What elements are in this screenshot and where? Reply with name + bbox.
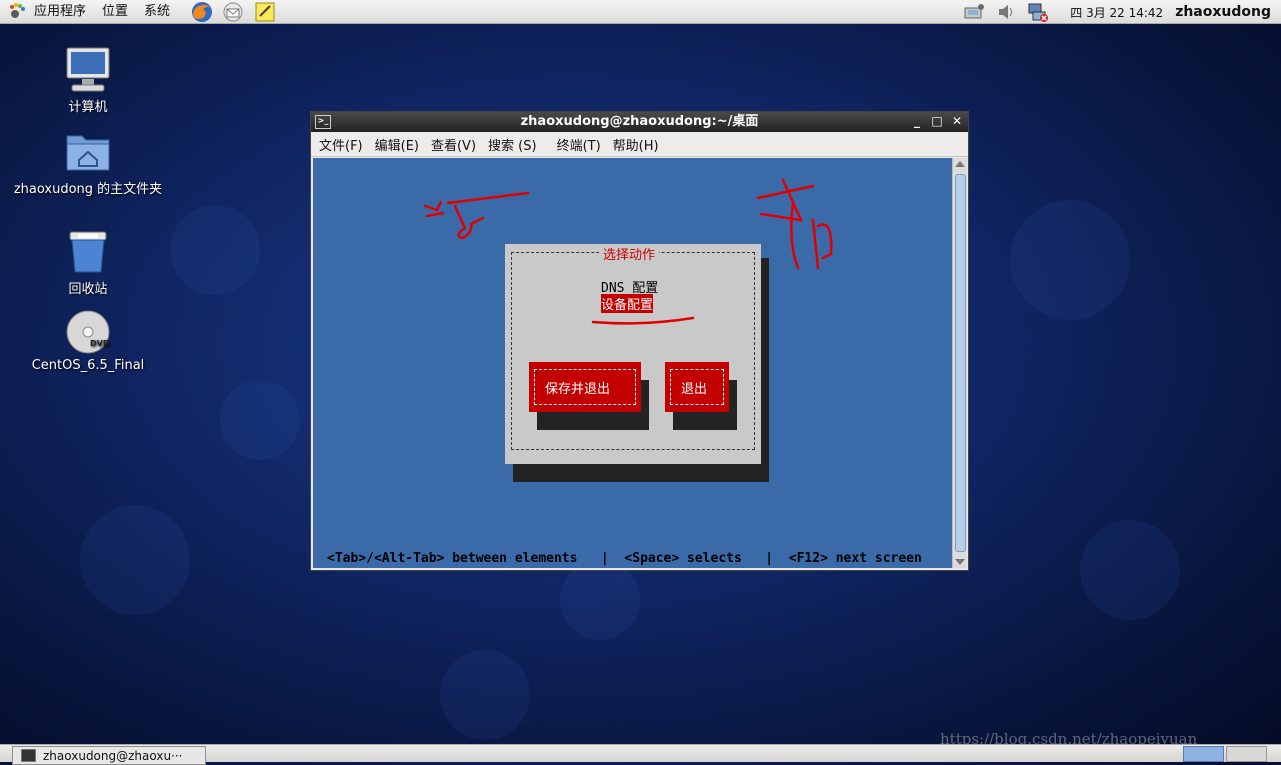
desktop-icon-computer[interactable]: 计算机 (13, 46, 163, 115)
clock[interactable]: 四 3月 22 14:42 (1070, 4, 1163, 21)
window-titlebar[interactable]: >_ zhaoxudong@zhaoxudong:~/桌面 _ □ ✕ (311, 112, 968, 132)
places-menu[interactable]: 位置 (96, 0, 134, 24)
save-and-exit-button[interactable]: 保存并退出 (529, 362, 641, 412)
close-button[interactable]: ✕ (948, 112, 966, 132)
window-title: zhaoxudong@zhaoxudong:~/桌面 (520, 114, 759, 129)
desktop-icon-label: 计算机 (68, 100, 108, 115)
desktop-bubble (170, 205, 260, 295)
desktop-bubble (560, 560, 640, 640)
desktop-icon-label: zhaoxudong 的主文件夹 (13, 182, 163, 197)
notes-icon[interactable] (254, 1, 276, 23)
exit-label: 退出 (681, 382, 708, 397)
desktop-icon-trash[interactable]: 回收站 (13, 228, 163, 297)
workspace-2[interactable] (1226, 746, 1267, 762)
menu-view[interactable]: 查看(V) (425, 135, 482, 154)
top-panel: 应用程序 位置 系统 四 3月 22 14:42 zhaoxudong (0, 0, 1281, 24)
network-disconnected-icon[interactable] (1027, 2, 1049, 22)
desktop-icon-home[interactable]: zhaoxudong 的主文件夹 (13, 128, 163, 197)
computer-icon (64, 46, 112, 94)
desktop-bubble (220, 380, 300, 460)
system-menu[interactable]: 系统 (138, 0, 176, 24)
workspace-switcher[interactable] (1183, 746, 1267, 762)
scroll-thumb[interactable] (955, 174, 966, 552)
option-device-config[interactable]: 设备配置 (601, 294, 654, 313)
volume-icon[interactable] (995, 2, 1017, 22)
dialog-title: 选择动作 (599, 244, 660, 263)
taskbar-item-label: zhaoxudong@zhaoxu··· (43, 748, 183, 763)
desktop-icon-dvd[interactable]: DVD CentOS_6.5_Final (13, 308, 163, 373)
network-icon[interactable] (963, 2, 985, 22)
menu-file[interactable]: 文件(F) (313, 135, 369, 154)
workspace-1[interactable] (1183, 746, 1224, 762)
desktop-bubble (1010, 200, 1130, 320)
user-menu[interactable]: zhaoxudong (1175, 4, 1271, 20)
tui-dialog: 选择动作 DNS 配置 设备配置 保存并退出 退出 (505, 244, 761, 464)
taskbar-terminal-item[interactable]: zhaoxudong@zhaoxu··· (12, 746, 206, 765)
terminal-screen[interactable]: 选择动作 DNS 配置 设备配置 保存并退出 退出 <Tab>/<Alt-Tab… (313, 158, 953, 568)
scroll-up-arrow[interactable] (955, 161, 965, 167)
home-folder-icon (64, 128, 112, 176)
annotation-stroke (423, 191, 530, 240)
menu-terminal[interactable]: 终端(T) (551, 135, 607, 154)
desktop-icon-label: CentOS_6.5_Final (31, 358, 145, 373)
desktop-icon-label: 回收站 (68, 282, 108, 297)
terminal-scrollbar[interactable] (952, 158, 967, 568)
terminal-icon: >_ (315, 115, 331, 129)
gnome-foot-icon[interactable] (8, 2, 28, 22)
bottom-panel: zhaoxudong@zhaoxu··· (0, 744, 1281, 765)
minimize-button[interactable]: _ (908, 112, 926, 132)
panel-tray: 四 3月 22 14:42 zhaoxudong (958, 0, 1281, 24)
dvd-icon: DVD (64, 308, 112, 356)
scroll-down-arrow[interactable] (955, 559, 965, 565)
menu-help[interactable]: 帮助(H) (607, 135, 665, 154)
applications-menu[interactable]: 应用程序 (28, 0, 92, 24)
maximize-button[interactable]: □ (928, 112, 946, 132)
keyboard-hint: <Tab>/<Alt-Tab> between elements | <Spac… (327, 551, 922, 566)
terminal-menubar: 文件(F) 编辑(E) 查看(V) 搜索 (S) 终端(T) 帮助(H) (311, 132, 968, 157)
menu-edit[interactable]: 编辑(E) (369, 135, 425, 154)
menu-search[interactable]: 搜索 (S) (482, 135, 543, 154)
terminal-window: >_ zhaoxudong@zhaoxudong:~/桌面 _ □ ✕ 文件(F… (310, 111, 969, 571)
desktop-bubble (440, 650, 530, 740)
exit-button[interactable]: 退出 (665, 362, 729, 412)
terminal-icon (21, 749, 36, 762)
save-and-exit-label: 保存并退出 (545, 382, 611, 397)
email-icon[interactable] (222, 1, 244, 23)
trash-icon (64, 228, 112, 276)
annotation-stroke (756, 178, 833, 270)
desktop-bubble (80, 505, 190, 615)
desktop-bubble (1080, 520, 1180, 620)
firefox-icon[interactable] (190, 1, 213, 23)
svg-text:DVD: DVD (90, 339, 110, 348)
